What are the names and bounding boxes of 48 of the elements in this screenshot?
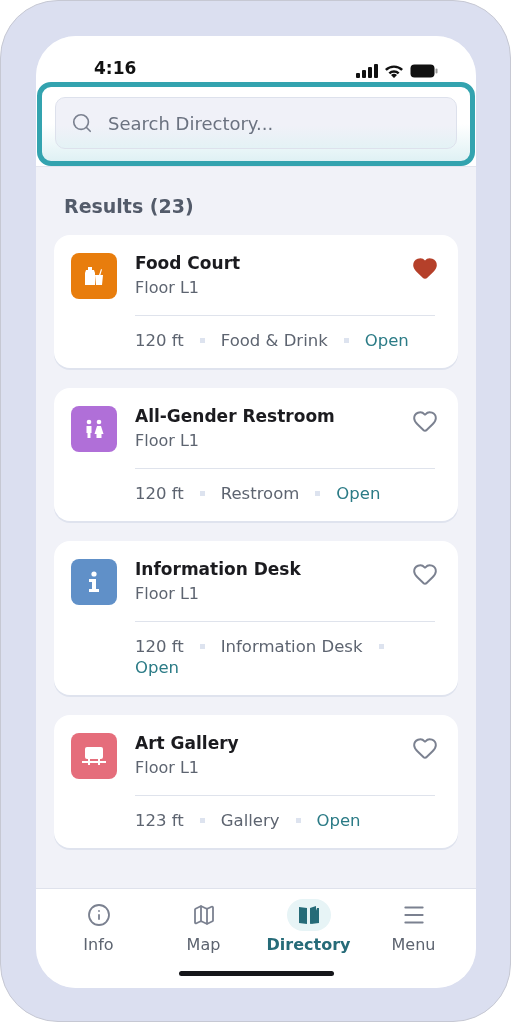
food-drink-icon [82, 264, 106, 288]
place-category: Information Desk [220, 637, 363, 656]
heart-icon [412, 561, 438, 587]
place-category: Restroom [220, 484, 300, 503]
place-category: Gallery [220, 811, 280, 830]
place-status: Open [135, 658, 180, 677]
heart-icon [412, 408, 438, 434]
search-field[interactable]: Search Directory... [55, 97, 457, 149]
result-card[interactable]: Food Court Floor L1 120 ft Food & Drink Open [54, 235, 458, 368]
place-floor: Floor L1 [135, 278, 200, 297]
battery-icon [410, 64, 438, 78]
place-distance: 120 ft [135, 637, 184, 656]
map-icon [191, 903, 216, 927]
tab[interactable]: Menu [361, 899, 466, 954]
status-time: 4:16 [94, 58, 137, 78]
place-name: Food Court [135, 253, 241, 273]
heart-icon [412, 255, 438, 281]
result-card[interactable]: Art Gallery Floor L1 123 ft Gallery Open [54, 715, 458, 848]
place-distance: 120 ft [135, 484, 184, 503]
place-status: Open [316, 811, 361, 830]
place-name: Art Gallery [135, 733, 239, 753]
favorite-button[interactable] [412, 561, 438, 587]
tab[interactable]: Directory [256, 899, 361, 954]
heart-icon [412, 735, 438, 761]
place-category: Food & Drink [220, 331, 328, 350]
wifi-icon [384, 64, 404, 78]
favorite-button[interactable] [412, 408, 438, 434]
place-status: Open [364, 331, 409, 350]
result-card[interactable]: All-Gender Restroom Floor L1 120 ft Restroom Open [54, 388, 458, 521]
search-icon [71, 112, 93, 134]
results-heading: Results (23) [64, 195, 195, 217]
place-distance: 120 ft [135, 331, 184, 350]
book-icon [296, 903, 321, 927]
place-floor: Floor L1 [135, 584, 200, 603]
tab[interactable]: Info [46, 899, 151, 954]
place-status: Open [336, 484, 381, 503]
info-icon [86, 903, 111, 927]
place-distance: 123 ft [135, 811, 184, 830]
result-card[interactable]: Information Desk Floor L1 120 ft Information Desk Open [54, 541, 458, 695]
place-floor: Floor L1 [135, 431, 200, 450]
favorite-button[interactable] [412, 255, 438, 281]
signal-icon [356, 64, 378, 78]
favorite-button[interactable] [412, 735, 438, 761]
place-floor: Floor L1 [135, 758, 200, 777]
easel-icon [81, 744, 107, 768]
place-name: All-Gender Restroom [135, 406, 335, 426]
place-name: Information Desk [135, 559, 301, 579]
tab[interactable]: Map [151, 899, 256, 954]
